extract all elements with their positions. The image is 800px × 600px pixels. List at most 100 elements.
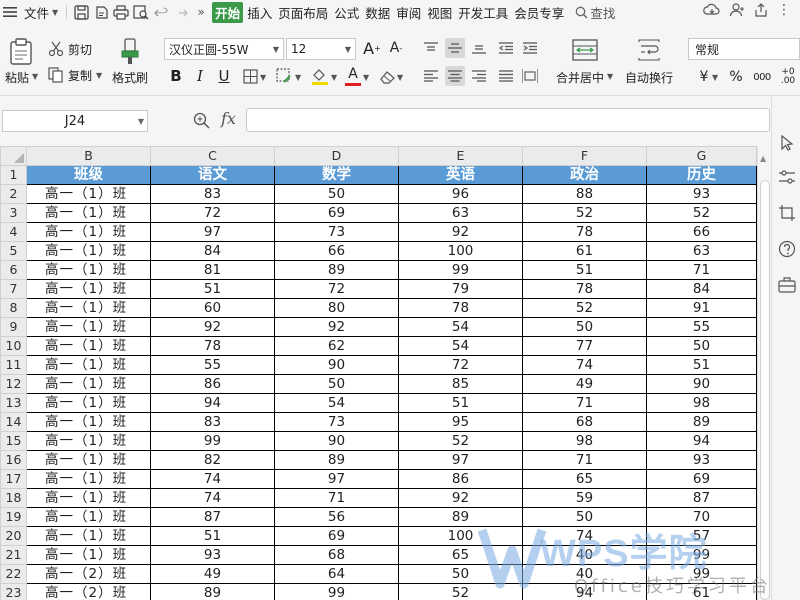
share-user-icon[interactable] (729, 2, 745, 18)
cell-politics[interactable]: 51 (522, 260, 647, 280)
cell-math[interactable]: 89 (274, 450, 399, 470)
redo-icon[interactable] (171, 2, 191, 22)
row-header[interactable]: 2 (0, 184, 27, 204)
cell-history[interactable]: 99 (646, 545, 757, 565)
currency-format-button[interactable]: ¥ (694, 67, 714, 87)
cell-math[interactable]: 64 (274, 564, 399, 584)
row-header[interactable]: 14 (0, 412, 27, 432)
tab-member[interactable]: 会员专享 (512, 2, 566, 23)
cell-class[interactable]: 高一（1）班 (26, 317, 151, 337)
name-box[interactable]: J24 ▼ (2, 110, 148, 132)
cell-history[interactable]: 51 (646, 355, 757, 375)
tab-data[interactable]: 数据 (363, 2, 392, 23)
column-header-d[interactable]: D (274, 146, 399, 166)
cell-chinese[interactable]: 93 (150, 545, 275, 565)
export-pdf-icon[interactable] (91, 2, 111, 22)
borders-button[interactable] (240, 66, 260, 86)
chevron-down-icon[interactable]: ▼ (331, 73, 337, 82)
underline-button[interactable]: U (214, 66, 234, 86)
cell-chinese[interactable]: 55 (150, 355, 275, 375)
cell-english[interactable]: 54 (398, 317, 523, 337)
cell-english[interactable]: 95 (398, 412, 523, 432)
distributed-align-button[interactable] (520, 66, 540, 86)
cell-history[interactable]: 50 (646, 336, 757, 356)
cell-history[interactable]: 52 (646, 203, 757, 223)
cell-chinese[interactable]: 78 (150, 336, 275, 356)
cell-politics[interactable]: 65 (522, 469, 647, 489)
font-color-button[interactable]: A (343, 64, 363, 84)
cloud-sync-icon[interactable] (703, 2, 721, 18)
cut-button[interactable]: 剪切 (48, 40, 98, 58)
thousands-separator-button[interactable]: 000 (752, 67, 772, 87)
cell-class[interactable]: 高一（1）班 (26, 260, 151, 280)
help-icon[interactable] (778, 240, 796, 258)
cell-math[interactable]: 99 (274, 583, 399, 600)
cell-chinese[interactable]: 74 (150, 488, 275, 508)
cell-english[interactable]: 96 (398, 184, 523, 204)
settings-sliders-icon[interactable] (778, 168, 796, 186)
cell-politics[interactable]: 68 (522, 412, 647, 432)
cell-english[interactable]: 97 (398, 450, 523, 470)
cell-english[interactable]: 72 (398, 355, 523, 375)
row-header[interactable]: 1 (0, 165, 27, 185)
formula-input[interactable] (246, 108, 770, 132)
cell-math[interactable]: 90 (274, 355, 399, 375)
cell-english[interactable]: 86 (398, 469, 523, 489)
column-header-b[interactable]: B (26, 146, 151, 166)
paste-button[interactable] (6, 36, 36, 66)
column-header-c[interactable]: C (150, 146, 275, 166)
cell-math[interactable]: 54 (274, 393, 399, 413)
tab-view[interactable]: 视图 (425, 2, 454, 23)
tab-insert[interactable]: 插入 (245, 2, 274, 23)
cell-class[interactable]: 高一（1）班 (26, 488, 151, 508)
row-header[interactable]: 10 (0, 336, 27, 356)
header-cell-history[interactable]: 历史 (646, 165, 757, 185)
cell-chinese[interactable]: 99 (150, 431, 275, 451)
cell-class[interactable]: 高一（1）班 (26, 412, 151, 432)
row-header[interactable]: 12 (0, 374, 27, 394)
tab-review[interactable]: 审阅 (394, 2, 423, 23)
toolbox-icon[interactable] (778, 276, 796, 294)
copy-button[interactable]: 复制 ▼ (48, 66, 108, 84)
chevron-down-icon[interactable]: ▼ (363, 73, 369, 82)
cell-chinese[interactable]: 49 (150, 564, 275, 584)
chevron-down-icon[interactable]: ▼ (397, 73, 403, 82)
cell-history[interactable]: 99 (646, 564, 757, 584)
cell-english[interactable]: 52 (398, 583, 523, 600)
cell-politics[interactable]: 98 (522, 431, 647, 451)
cell-chinese[interactable]: 83 (150, 412, 275, 432)
save-icon[interactable] (71, 2, 91, 22)
cell-class[interactable]: 高一（1）班 (26, 298, 151, 318)
cell-class[interactable]: 高一（1）班 (26, 469, 151, 489)
cell-chinese[interactable]: 74 (150, 469, 275, 489)
cell-chinese[interactable]: 51 (150, 279, 275, 299)
spreadsheet-grid[interactable]: B C D E F G 1 班级 语文 数学 英语 政治 历史 2 高一（1）班 8… (0, 146, 757, 600)
cell-math[interactable]: 73 (274, 222, 399, 242)
row-header[interactable]: 5 (0, 241, 27, 261)
cell-politics[interactable]: 40 (522, 545, 647, 565)
cell-math[interactable]: 71 (274, 488, 399, 508)
cell-class[interactable]: 高一（1）班 (26, 507, 151, 527)
row-header[interactable]: 17 (0, 469, 27, 489)
align-top-button[interactable] (421, 38, 441, 58)
cell-class[interactable]: 高一（1）班 (26, 222, 151, 242)
column-header-g[interactable]: G (646, 146, 757, 166)
cell-history[interactable]: 84 (646, 279, 757, 299)
cell-english[interactable]: 78 (398, 298, 523, 318)
cell-class[interactable]: 高一（1）班 (26, 184, 151, 204)
header-cell-class[interactable]: 班级 (26, 165, 151, 185)
cell-class[interactable]: 高一（1）班 (26, 279, 151, 299)
undo-icon[interactable] (151, 2, 171, 22)
cell-math[interactable]: 56 (274, 507, 399, 527)
cell-politics[interactable]: 61 (522, 241, 647, 261)
cell-politics[interactable]: 71 (522, 450, 647, 470)
vertical-scrollbar[interactable]: ▲ (757, 146, 771, 600)
row-header[interactable]: 18 (0, 488, 27, 508)
cell-chinese[interactable]: 83 (150, 184, 275, 204)
tab-formulas[interactable]: 公式 (332, 2, 361, 23)
cell-history[interactable]: 66 (646, 222, 757, 242)
share-icon[interactable] (753, 2, 769, 18)
chevron-down-icon[interactable]: ▼ (712, 73, 718, 82)
cell-english[interactable]: 54 (398, 336, 523, 356)
row-header[interactable]: 16 (0, 450, 27, 470)
